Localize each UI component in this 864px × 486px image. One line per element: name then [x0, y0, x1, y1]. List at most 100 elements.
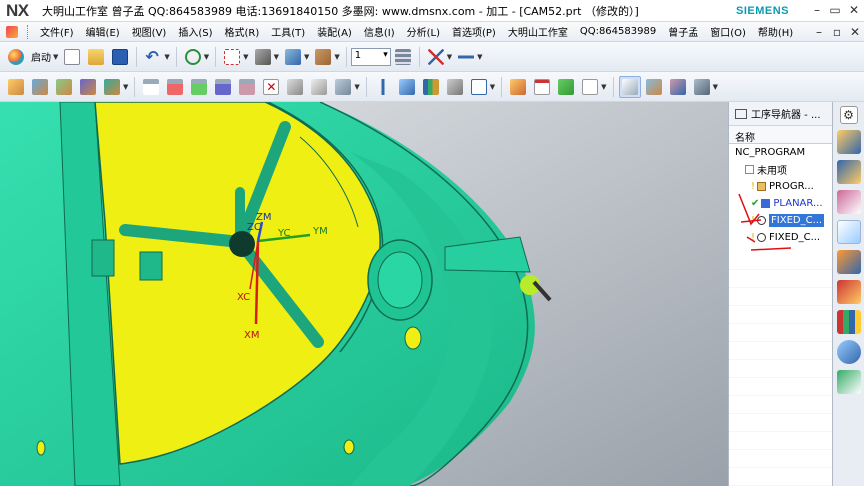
constraint-navigator-icon[interactable]	[836, 160, 861, 184]
start-icon[interactable]	[5, 46, 27, 68]
app-menu-icon[interactable]	[4, 24, 20, 40]
blank-icon[interactable]	[667, 76, 689, 98]
machine-icon[interactable]	[691, 76, 713, 98]
tree-row[interactable]: NC_PROGRAM	[729, 144, 832, 161]
tool-path-list-icon[interactable]	[579, 76, 601, 98]
history-icon[interactable]	[836, 310, 861, 334]
program-order-view-icon[interactable]	[140, 76, 162, 98]
tree-row[interactable]: 未用项	[729, 161, 832, 178]
graphics-viewport[interactable]: ZM ZC YC YM XC XM	[0, 102, 728, 486]
render-style-icon[interactable]	[252, 46, 274, 68]
tree-row[interactable]: ✔ PLANAR...	[729, 195, 832, 212]
part-model[interactable]	[0, 102, 728, 486]
doc-minimize-button[interactable]: –	[810, 24, 828, 40]
start-button[interactable]: 启动	[31, 49, 51, 64]
undo-dropdown-icon[interactable]: ▼	[164, 53, 169, 61]
yellow-hole[interactable]	[36, 440, 46, 456]
layer-selector[interactable]: 1	[350, 47, 391, 66]
start-dropdown-icon[interactable]: ▼	[53, 53, 58, 61]
center-boss[interactable]	[229, 231, 255, 257]
ipw-icon[interactable]	[643, 76, 665, 98]
info-icon[interactable]	[468, 76, 490, 98]
replay-icon[interactable]	[332, 76, 354, 98]
tool-length-icon[interactable]	[531, 76, 553, 98]
wcs-icon[interactable]	[425, 46, 447, 68]
gear-icon[interactable]: ⚙	[839, 106, 858, 124]
simulate-icon[interactable]	[308, 76, 330, 98]
menu-tools[interactable]: 工具(T)	[265, 24, 311, 39]
measure-dropdown-icon[interactable]: ▼	[477, 53, 482, 61]
menu-insert[interactable]: 插入(S)	[172, 24, 218, 39]
output-cls-icon[interactable]	[444, 76, 466, 98]
machine-navigator-icon[interactable]	[836, 250, 861, 274]
menu-edit[interactable]: 编辑(E)	[80, 24, 126, 39]
machine-tool-view-icon[interactable]	[164, 76, 186, 98]
menu-qq[interactable]: QQ:864583989	[574, 26, 662, 37]
tree-row[interactable]: ! FIXED_C...	[729, 229, 832, 246]
menu-studio[interactable]: 大明山工作室	[502, 24, 574, 39]
refresh-icon[interactable]	[182, 46, 204, 68]
tool-dropdown-icon[interactable]: ▼	[601, 83, 606, 91]
web-browser-icon[interactable]	[836, 370, 861, 394]
new-file-icon[interactable]	[61, 46, 83, 68]
restore-button[interactable]: ▭	[826, 2, 844, 18]
machine-dropdown-icon[interactable]: ▼	[713, 83, 718, 91]
generate-icon[interactable]	[236, 76, 258, 98]
menu-help[interactable]: 帮助(H)	[752, 24, 799, 39]
close-button[interactable]: ✕	[845, 2, 863, 18]
operation-navigator-icon[interactable]	[836, 220, 861, 244]
create-operation-icon[interactable]	[101, 76, 123, 98]
view-cube-icon[interactable]	[282, 46, 304, 68]
part-navigator-icon[interactable]	[836, 190, 861, 214]
minimize-button[interactable]: –	[808, 2, 826, 18]
layer-settings-icon[interactable]	[392, 46, 414, 68]
fit-view-icon[interactable]	[221, 46, 243, 68]
verify-icon[interactable]	[284, 76, 306, 98]
wcs-dropdown-icon[interactable]: ▼	[447, 53, 452, 61]
undo-icon[interactable]: ↶	[142, 46, 164, 68]
menu-information[interactable]: 信息(I)	[358, 24, 401, 39]
open-folder-icon[interactable]	[85, 46, 107, 68]
menu-analysis[interactable]: 分析(L)	[401, 24, 446, 39]
fit-dropdown-icon[interactable]: ▼	[243, 53, 248, 61]
check-gouge-icon[interactable]	[555, 76, 577, 98]
menu-file[interactable]: 文件(F)	[34, 24, 80, 39]
reuse-library-icon[interactable]	[836, 280, 861, 304]
menu-format[interactable]: 格式(R)	[219, 24, 266, 39]
system-materials-icon[interactable]	[836, 340, 861, 364]
tree-row[interactable]: ! PROGR...	[729, 178, 832, 195]
method-view-icon[interactable]	[212, 76, 234, 98]
clip-left-2[interactable]	[139, 251, 163, 281]
window-icon[interactable]	[735, 108, 747, 119]
create-tool-icon[interactable]	[29, 76, 51, 98]
shop-doc-icon[interactable]	[420, 76, 442, 98]
render-dropdown-icon[interactable]: ▼	[274, 53, 279, 61]
measure-icon[interactable]	[455, 46, 477, 68]
column-header-name[interactable]: 名称	[729, 126, 832, 144]
doc-restore-button[interactable]: ▫	[828, 24, 846, 40]
refresh-dropdown-icon[interactable]: ▼	[204, 53, 209, 61]
delete-icon[interactable]: ✕	[260, 76, 282, 98]
tree-row-selected[interactable]: ! FIXED_C...	[729, 212, 832, 229]
menu-view[interactable]: 视图(V)	[126, 24, 173, 39]
create-geometry-icon[interactable]	[53, 76, 75, 98]
feeds-speeds-icon[interactable]	[507, 76, 529, 98]
post-process-icon[interactable]	[396, 76, 418, 98]
clip-left[interactable]	[91, 239, 115, 277]
menu-assembly[interactable]: 装配(A)	[311, 24, 358, 39]
output-dropdown-icon[interactable]: ▼	[490, 83, 495, 91]
background-icon[interactable]	[312, 46, 334, 68]
yellow-hole[interactable]	[343, 439, 355, 455]
background-dropdown-icon[interactable]: ▼	[334, 53, 339, 61]
verify-dropdown-icon[interactable]: ▼	[354, 83, 359, 91]
yellow-hole[interactable]	[404, 326, 422, 350]
save-icon[interactable]	[109, 46, 131, 68]
menu-author[interactable]: 曾子孟	[662, 24, 704, 39]
geometry-view-icon[interactable]	[188, 76, 210, 98]
menu-window[interactable]: 窗口(O)	[704, 24, 752, 39]
create-dropdown-icon[interactable]: ▼	[123, 83, 128, 91]
menu-preferences[interactable]: 首选项(P)	[446, 24, 502, 39]
toolpath-icon[interactable]	[372, 76, 394, 98]
view-dropdown-icon[interactable]: ▼	[304, 53, 309, 61]
create-method-icon[interactable]	[77, 76, 99, 98]
